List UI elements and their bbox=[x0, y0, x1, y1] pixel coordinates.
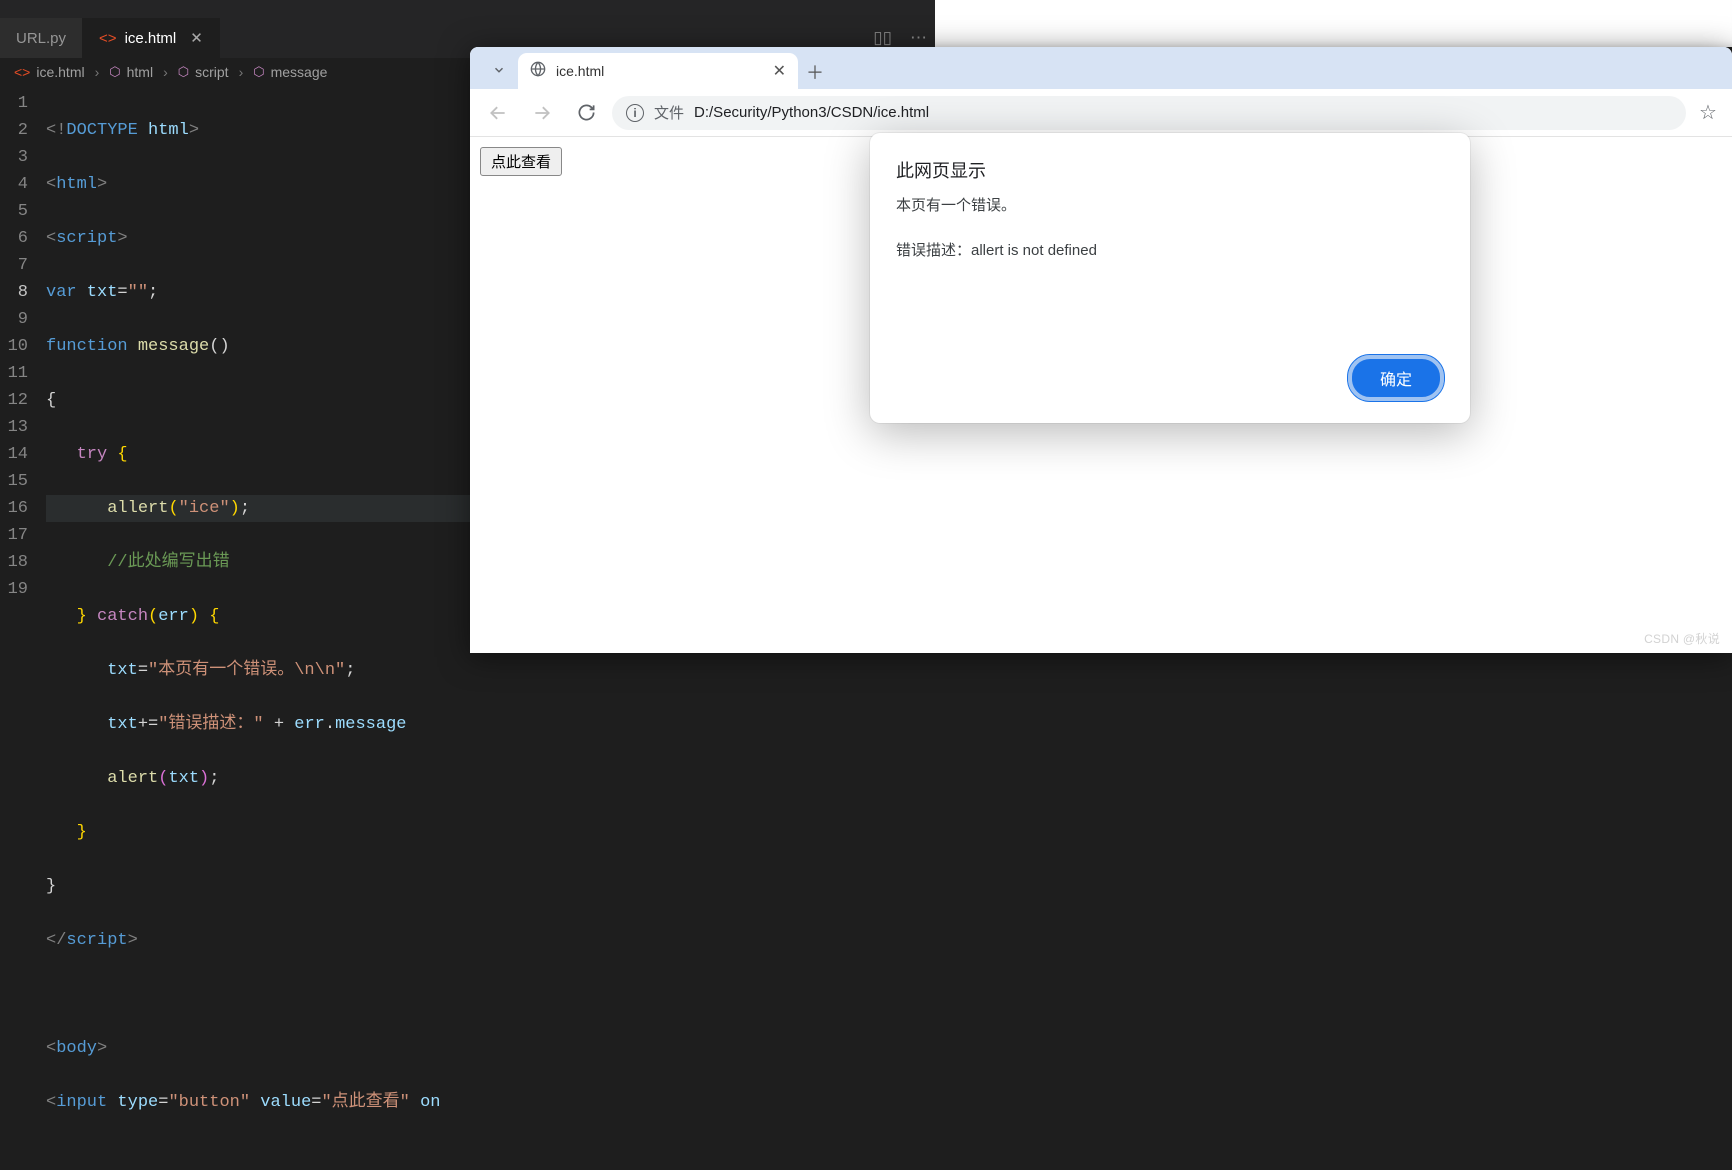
chevron-right-icon: › bbox=[163, 64, 168, 80]
browser-content: 点此查看 此网页显示 本页有一个错误。 错误描述：allert is not d… bbox=[470, 137, 1732, 653]
editor-tab-urlpy[interactable]: URL.py bbox=[0, 18, 83, 58]
editor-tab-icehtml[interactable]: <> ice.html ✕ bbox=[83, 18, 220, 58]
tab-label: ice.html bbox=[125, 30, 177, 47]
code-line bbox=[46, 981, 935, 1008]
browser-tab[interactable]: ice.html ✕ bbox=[518, 53, 798, 89]
line-number: 19 bbox=[0, 576, 28, 603]
code-line: alert(txt); bbox=[46, 765, 935, 792]
chevron-right-icon: › bbox=[95, 64, 100, 80]
dialog-ok-button[interactable]: 确定 bbox=[1348, 355, 1444, 401]
page-trigger-button[interactable]: 点此查看 bbox=[480, 147, 562, 176]
line-number: 2 bbox=[0, 117, 28, 144]
line-number: 8 bbox=[0, 279, 28, 306]
reload-button[interactable] bbox=[568, 95, 604, 131]
breadcrumb-seg-html[interactable]: ⬡ html bbox=[109, 64, 153, 80]
breadcrumb-label: script bbox=[195, 64, 228, 80]
line-number: 6 bbox=[0, 225, 28, 252]
html-file-icon: <> bbox=[99, 30, 117, 47]
code-line: <body> bbox=[46, 1035, 935, 1062]
browser-tab-strip: ice.html ✕ ＋ bbox=[470, 47, 1732, 89]
code-line: </script> bbox=[46, 927, 935, 954]
breadcrumb-seg-file[interactable]: <> ice.html bbox=[14, 64, 85, 80]
symbol-function-icon: ⬡ bbox=[253, 64, 264, 80]
dialog-footer: 确定 bbox=[896, 355, 1444, 401]
tab-label: URL.py bbox=[16, 30, 66, 47]
line-number-gutter: 1 2 3 4 5 6 7 8 9 10 11 12 13 14 15 16 1… bbox=[0, 90, 46, 1170]
dialog-title: 此网页显示 bbox=[896, 157, 1444, 183]
browser-window: ice.html ✕ ＋ i 文件 D:/Security/Python3/CS… bbox=[470, 47, 1732, 653]
chevron-right-icon: › bbox=[239, 64, 244, 80]
line-number: 3 bbox=[0, 144, 28, 171]
tab-search-button[interactable] bbox=[480, 51, 518, 89]
address-bar[interactable]: i 文件 D:/Security/Python3/CSDN/ice.html bbox=[612, 96, 1686, 130]
bookmark-icon[interactable]: ☆ bbox=[1694, 100, 1722, 125]
new-tab-button[interactable]: ＋ bbox=[798, 55, 832, 89]
line-number: 15 bbox=[0, 468, 28, 495]
line-number: 12 bbox=[0, 387, 28, 414]
code-line: txt+="错误描述：" + err.message bbox=[46, 711, 935, 738]
line-number: 11 bbox=[0, 360, 28, 387]
vscode-title-strip bbox=[0, 0, 935, 18]
globe-icon bbox=[530, 61, 546, 81]
js-alert-dialog: 此网页显示 本页有一个错误。 错误描述：allert is not define… bbox=[870, 133, 1470, 423]
close-icon[interactable]: ✕ bbox=[190, 29, 203, 47]
line-number: 7 bbox=[0, 252, 28, 279]
code-line: txt="本页有一个错误。\n\n"; bbox=[46, 657, 935, 684]
back-button[interactable] bbox=[480, 95, 516, 131]
line-number: 16 bbox=[0, 495, 28, 522]
line-number: 5 bbox=[0, 198, 28, 225]
site-info-icon[interactable]: i bbox=[626, 104, 644, 122]
code-line: <input type="button" value="点此查看" on bbox=[46, 1089, 935, 1116]
address-url: D:/Security/Python3/CSDN/ice.html bbox=[694, 104, 929, 121]
code-line: } bbox=[46, 819, 935, 846]
line-number: 1 bbox=[0, 90, 28, 117]
symbol-module-icon: ⬡ bbox=[109, 64, 120, 80]
forward-button[interactable] bbox=[524, 95, 560, 131]
line-number: 10 bbox=[0, 333, 28, 360]
browser-toolbar: i 文件 D:/Security/Python3/CSDN/ice.html ☆ bbox=[470, 89, 1732, 137]
symbol-module-icon: ⬡ bbox=[178, 64, 189, 80]
breadcrumb-label: html bbox=[127, 64, 153, 80]
breadcrumb-seg-script[interactable]: ⬡ script bbox=[178, 64, 229, 80]
code-line: } bbox=[46, 873, 935, 900]
background-panel bbox=[935, 0, 1732, 47]
watermark-text: CSDN @秋说 bbox=[1644, 630, 1720, 647]
address-hint: 文件 bbox=[654, 102, 684, 123]
line-number: 9 bbox=[0, 306, 28, 333]
browser-tab-label: ice.html bbox=[556, 63, 604, 79]
breadcrumb-seg-message[interactable]: ⬡ message bbox=[253, 64, 327, 80]
line-number: 14 bbox=[0, 441, 28, 468]
line-number: 17 bbox=[0, 522, 28, 549]
dialog-message: 本页有一个错误。 错误描述：allert is not defined bbox=[896, 195, 1444, 325]
more-actions-icon[interactable]: ⋯ bbox=[910, 28, 927, 48]
html-file-icon: <> bbox=[14, 64, 30, 80]
line-number: 18 bbox=[0, 549, 28, 576]
breadcrumb-label: message bbox=[271, 64, 328, 80]
line-number: 4 bbox=[0, 171, 28, 198]
split-editor-icon[interactable]: ▯▯ bbox=[873, 28, 892, 48]
breadcrumb-label: ice.html bbox=[36, 64, 84, 80]
line-number: 13 bbox=[0, 414, 28, 441]
close-icon[interactable]: ✕ bbox=[773, 61, 786, 81]
